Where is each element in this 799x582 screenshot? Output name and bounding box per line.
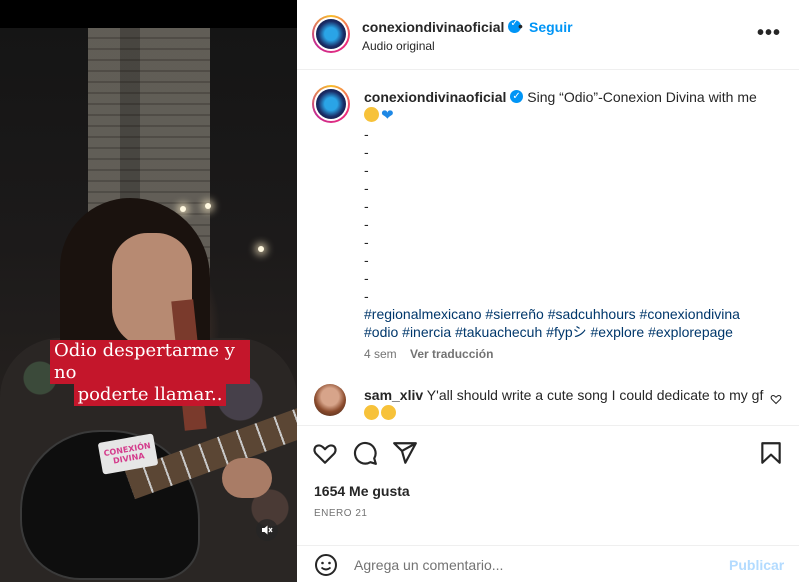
video-caption-line-2: poderte llamar.. xyxy=(73,384,227,406)
video-caption-line-1: Odio despertarme y no xyxy=(50,340,250,384)
commenter-avatar[interactable] xyxy=(314,384,346,416)
hashtag-link[interactable]: #takuachecuh xyxy=(455,324,542,340)
comment-username[interactable]: sam_xliv xyxy=(364,387,423,403)
caption-dash: - xyxy=(364,198,369,214)
avatar-image xyxy=(316,19,346,49)
hashtag-link[interactable]: #sierreño xyxy=(485,306,543,322)
post-header: conexiondivinaoficial • Seguir Audio ori… xyxy=(297,0,799,70)
crying-face-icon xyxy=(364,405,379,420)
caption-dash: - xyxy=(364,288,369,304)
like-count[interactable]: 1654 Me gusta xyxy=(314,483,410,499)
caption-dash: - xyxy=(364,162,369,178)
post-age: 4 sem xyxy=(364,347,397,361)
caption-username[interactable]: conexiondivinaoficial xyxy=(364,89,506,105)
author-username-link[interactable]: conexiondivinaoficial xyxy=(362,18,522,35)
caption-text: Sing “Odio”-Conexion Divina with me xyxy=(523,89,757,105)
video-player[interactable]: CONEXIÓN DIVINA Odio despertarme y no po… xyxy=(0,0,297,582)
comment-like-heart-icon[interactable] xyxy=(770,393,782,405)
caption-section: conexiondivinaoficial Sing “Odio”-Conexi… xyxy=(297,70,799,425)
hashtag-link[interactable]: #explorepage xyxy=(648,324,733,340)
smiling-cat-icon xyxy=(364,107,379,122)
post-panel: conexiondivinaoficial • Seguir Audio ori… xyxy=(297,0,799,582)
save-bookmark-icon[interactable] xyxy=(758,440,784,466)
street-light xyxy=(180,206,186,212)
comment-input[interactable] xyxy=(354,554,714,576)
singer-hand xyxy=(222,458,272,498)
emoji-picker-icon[interactable] xyxy=(314,553,338,577)
author-username[interactable]: conexiondivinaoficial xyxy=(362,19,504,35)
publish-button[interactable]: Publicar xyxy=(729,557,784,573)
avatar-image xyxy=(316,89,346,119)
follow-button[interactable]: Seguir xyxy=(529,19,573,35)
comment-text: Y'all should write a cute song I could d… xyxy=(423,387,764,403)
crying-face-icon xyxy=(381,405,396,420)
hashtags-line-2: #odio #inercia #takuachecuh #fypシ #explo… xyxy=(364,323,784,341)
caption-dashes: - - - - - - - - - - xyxy=(364,125,784,305)
hashtags: #regionalmexicano #sierreño #sadcuhhours… xyxy=(364,305,784,341)
street-light xyxy=(258,246,264,252)
mute-button[interactable] xyxy=(256,519,278,541)
caption-dash: - xyxy=(364,180,369,196)
blue-heart-icon: ❤ xyxy=(381,107,394,124)
action-bar: 1654 Me gusta ENERO 21 xyxy=(297,425,799,545)
author-avatar[interactable] xyxy=(312,15,350,53)
comment: sam_xliv Y'all should write a cute song … xyxy=(364,386,764,422)
see-translation-link[interactable]: Ver traducción xyxy=(410,347,493,361)
hashtag-link[interactable]: #fypシ xyxy=(546,324,586,340)
verified-badge-icon xyxy=(510,88,524,106)
comment-composer: Publicar xyxy=(297,545,799,582)
video-frame: CONEXIÓN DIVINA xyxy=(0,28,297,582)
hashtag-link[interactable]: #conexiondivina xyxy=(640,306,740,322)
separator-dot: • xyxy=(518,18,523,34)
hashtag-link[interactable]: #regionalmexicano xyxy=(364,306,482,322)
caption-dash: - xyxy=(364,252,369,268)
post-date: ENERO 21 xyxy=(314,508,368,519)
avatar-ring-inner xyxy=(314,17,348,51)
video-caption: Odio despertarme y no poderte llamar.. xyxy=(50,340,250,406)
more-options-icon[interactable]: ••• xyxy=(757,22,781,45)
post-meta: 4 sem Ver traducción xyxy=(364,347,493,361)
like-heart-icon[interactable] xyxy=(312,440,338,466)
post-caption: conexiondivinaoficial Sing “Odio”-Conexi… xyxy=(364,88,784,341)
hashtag-link[interactable]: #explore xyxy=(591,324,645,340)
caption-dash: - xyxy=(364,234,369,250)
caption-dash: - xyxy=(364,144,369,160)
caption-dash: - xyxy=(364,216,369,232)
hashtag-link[interactable]: #inercia xyxy=(402,324,451,340)
caption-author-avatar[interactable] xyxy=(312,85,350,123)
hashtag-link[interactable]: #odio xyxy=(364,324,398,340)
caption-dash: - xyxy=(364,270,369,286)
speaker-mute-icon xyxy=(262,525,273,535)
street-light xyxy=(205,203,211,209)
hashtags-line-1: #regionalmexicano #sierreño #sadcuhhours… xyxy=(364,305,784,323)
hashtag-link[interactable]: #sadcuhhours xyxy=(548,306,636,322)
audio-label[interactable]: Audio original xyxy=(362,39,435,53)
comment-bubble-icon[interactable] xyxy=(352,440,378,466)
share-paper-plane-icon[interactable] xyxy=(392,440,418,466)
avatar-ring-inner xyxy=(314,87,348,121)
caption-dash: - xyxy=(364,126,369,142)
